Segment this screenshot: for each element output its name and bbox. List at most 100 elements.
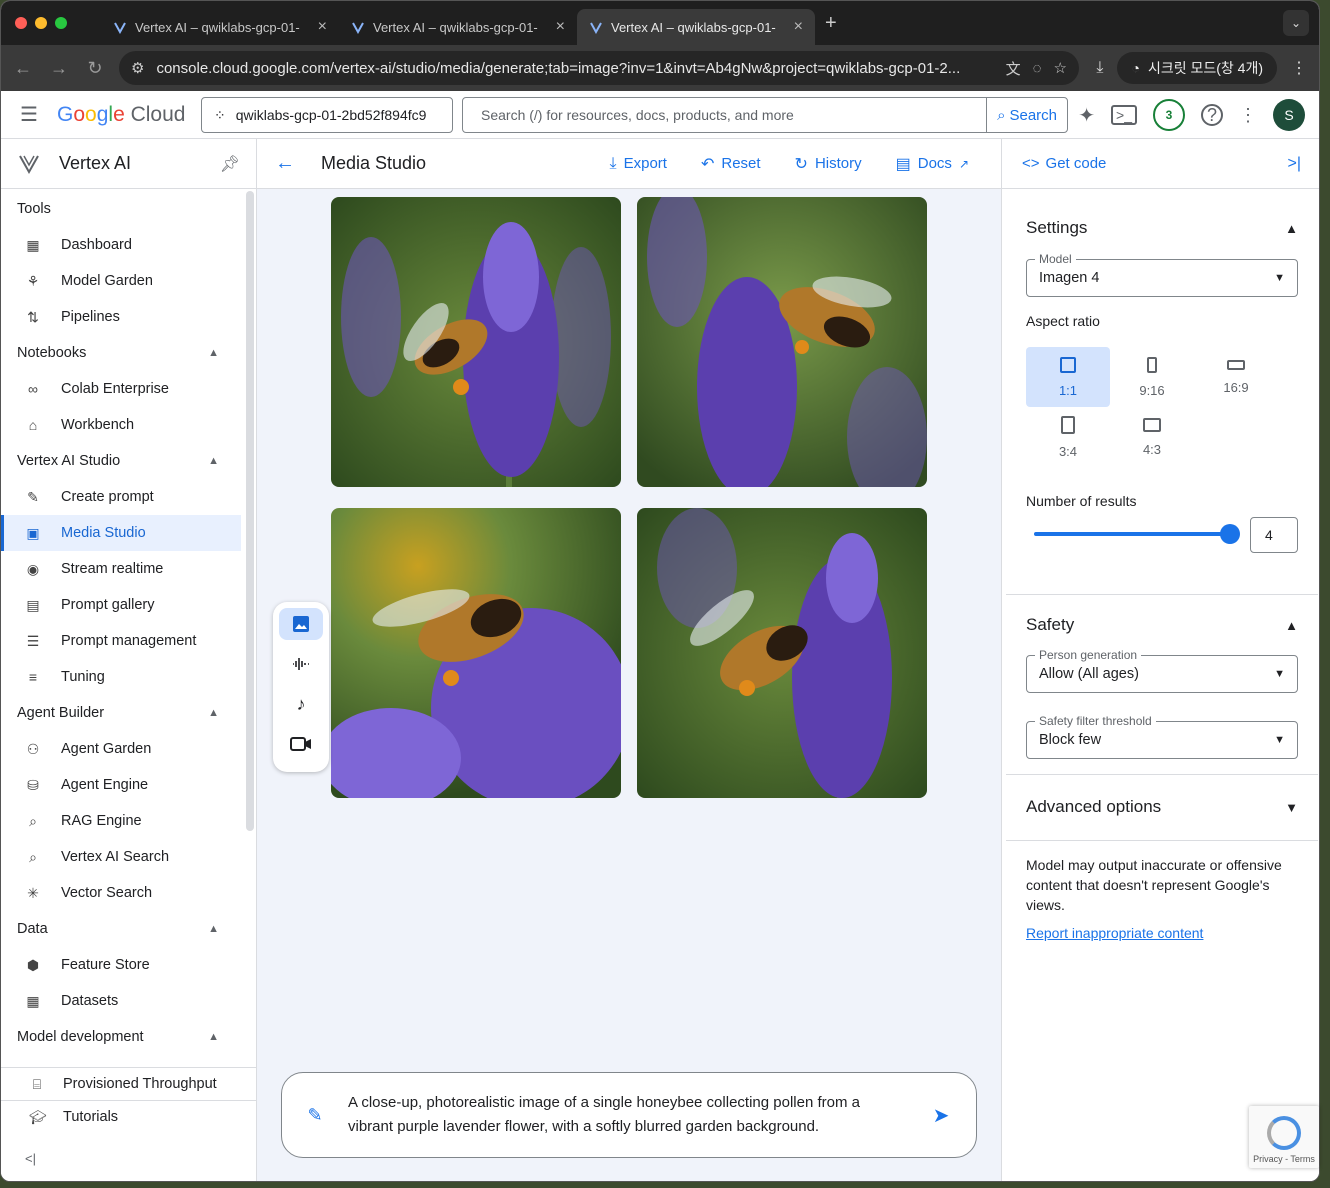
safety-header[interactable]: Safety ▲ [1006,595,1318,655]
advanced-options-header[interactable]: Advanced options ▼ [1006,775,1318,839]
reset-button[interactable]: ↶ Reset [701,154,761,174]
incognito-indicator[interactable]: ◔ 시크릿 모드(창 4개) [1117,52,1277,84]
search-bar[interactable]: Search (/) for resources, docs, products… [462,97,1068,133]
search-input[interactable]: Search (/) for resources, docs, products… [463,107,986,123]
history-button[interactable]: ↻ History [795,154,862,174]
pin-icon[interactable]: 📌︎ [220,154,240,174]
avatar[interactable]: S [1273,99,1305,131]
sidebar-item[interactable]: ⌕ RAG Engine [1,803,241,839]
sidebar-item[interactable]: ▦ Dashboard [1,227,241,263]
send-icon[interactable]: ➤ [906,1103,976,1128]
gemini-icon[interactable]: ✦ [1078,103,1095,128]
chevron-up-icon[interactable]: ▲ [208,455,219,467]
project-picker[interactable]: ⁘ qwiklabs-gcp-01-2bd52f894fc9 [201,97,453,133]
help-icon[interactable]: ? [1201,104,1223,126]
export-button[interactable]: ⤓ Export [610,155,667,173]
close-window-button[interactable] [15,17,27,29]
speech-mode-button[interactable] [279,648,323,680]
model-select[interactable]: Model Imagen 4 ▼ [1026,252,1298,297]
prompt-input[interactable]: A close-up, photorealistic image of a si… [348,1091,906,1139]
code-icon[interactable]: <> [1022,155,1040,172]
sidebar-item[interactable]: ⌸ Provisioned Throughput [1,1067,257,1100]
safety-filter-select[interactable]: Safety filter threshold Block few ▼ [1026,714,1298,759]
results-slider-track[interactable] [1034,532,1232,536]
chevron-up-icon[interactable]: ▲ [1285,618,1298,633]
sidebar-item[interactable]: ⌕ Vertex AI Search [1,839,241,875]
sidebar-item[interactable]: ✳ Vector Search [1,875,241,911]
sidebar-item[interactable]: ∞ Colab Enterprise [1,371,241,407]
maximize-window-button[interactable] [55,17,67,29]
recaptcha-badge[interactable]: Privacy - Terms [1249,1106,1319,1168]
aspect-9-16-option[interactable]: 9:16 [1110,347,1194,407]
sidebar-section-header[interactable]: Notebooks ▲ [1,335,241,371]
forward-icon[interactable]: → [41,58,77,79]
chevron-down-icon[interactable]: ▼ [1285,800,1298,815]
sidebar-item[interactable]: ☰ Prompt management [1,623,241,659]
site-info-icon[interactable]: ⚙ [131,59,144,77]
sidebar-item[interactable]: ▦ Datasets [1,983,241,1019]
tab-close-icon[interactable]: × [794,18,803,36]
tab-close-icon[interactable]: × [556,18,565,36]
video-mode-button[interactable] [279,728,323,760]
menu-icon[interactable]: ☰ [1,102,57,127]
aspect-3-4-option[interactable]: 3:4 [1026,407,1110,467]
more-options-icon[interactable]: ⋮ [1239,105,1257,126]
browser-tab-2[interactable]: Vertex AI – qwiklabs-gcp-01- × [339,9,577,45]
aspect-16-9-option[interactable]: 16:9 [1194,347,1278,407]
sidebar-item[interactable]: 🎓︎ Tutorials [1,1100,257,1133]
translate-icon[interactable]: 文 [1006,58,1021,79]
url-text[interactable]: console.cloud.google.com/vertex-ai/studi… [156,60,993,77]
chevron-up-icon[interactable]: ▲ [208,347,219,359]
eye-off-icon[interactable]: ◌ [1033,60,1042,77]
aspect-4-3-option[interactable]: 4:3 [1110,407,1194,467]
chevron-up-icon[interactable]: ▲ [1285,221,1298,236]
omnibox[interactable]: ⚙ console.cloud.google.com/vertex-ai/stu… [119,51,1079,85]
sidebar-section-header[interactable]: Agent Builder ▲ [1,695,241,731]
sidebar-section-header[interactable]: Data ▲ [1,911,241,947]
reload-icon[interactable]: ↻ [77,58,113,79]
image-mode-button[interactable] [279,608,323,640]
advanced-options-card[interactable]: Advanced options ▼ [1006,775,1318,841]
magic-pen-icon[interactable]: ✎ [282,1105,348,1126]
back-arrow-icon[interactable]: ← [257,152,313,175]
sidebar-item[interactable]: ✎ Create prompt [1,479,241,515]
sidebar-item[interactable]: ▤ Prompt gallery [1,587,241,623]
chevron-up-icon[interactable]: ▲ [208,1031,219,1043]
generated-image-3[interactable] [331,508,621,798]
tab-search-icon[interactable]: ⌄ [1283,10,1309,36]
results-slider-thumb[interactable] [1220,524,1240,544]
tab-close-icon[interactable]: × [318,18,327,36]
browser-tab-1[interactable]: Vertex AI – qwiklabs-gcp-01- × [101,9,339,45]
browser-tab-3[interactable]: Vertex AI – qwiklabs-gcp-01- × [577,9,815,45]
generated-image-4[interactable] [637,508,927,798]
sidebar-item[interactable]: ⇅ Pipelines [1,299,241,335]
collapse-panel-icon[interactable]: >| [1288,155,1302,173]
sidebar-item[interactable]: ⚇ Agent Garden [1,731,241,767]
prompt-box[interactable]: ✎ A close-up, photorealistic image of a … [281,1072,977,1158]
sidebar-item[interactable]: ≡ Tuning [1,659,241,695]
new-tab-icon[interactable]: + [825,12,837,35]
browser-menu-icon[interactable]: ⋮ [1291,58,1307,78]
sidebar-scrollbar[interactable] [246,191,254,831]
results-number-input[interactable]: 4 [1250,517,1298,553]
chevron-up-icon[interactable]: ▲ [208,923,219,935]
collapse-sidebar-icon[interactable]: <| [25,1151,36,1166]
person-generation-select[interactable]: Person generation Allow (All ages) ▼ [1026,648,1298,693]
report-content-link[interactable]: Report inappropriate content [1026,925,1203,941]
bookmark-star-icon[interactable]: ☆ [1054,59,1067,77]
get-code-button[interactable]: Get code [1046,155,1107,172]
sidebar-item[interactable]: ⌂ Workbench [1,407,241,443]
google-cloud-logo[interactable]: Google Cloud [57,103,197,127]
generated-image-2[interactable] [637,197,927,487]
sidebar-item[interactable]: ⬢ Feature Store [1,947,241,983]
docs-button[interactable]: ▤ Docs ↗ [896,154,969,174]
cloud-shell-icon[interactable]: >_ [1111,105,1137,125]
generated-image-1[interactable] [331,197,621,487]
recaptcha-text[interactable]: Privacy - Terms [1253,1154,1315,1164]
sidebar-item[interactable]: ⛁ Agent Engine [1,767,241,803]
search-button[interactable]: ⌕ Search [986,98,1067,132]
sidebar-section-header[interactable]: Vertex AI Studio ▲ [1,443,241,479]
music-mode-button[interactable]: ♪ [279,688,323,720]
sidebar-item[interactable]: ◉ Stream realtime [1,551,241,587]
chevron-up-icon[interactable]: ▲ [208,707,219,719]
